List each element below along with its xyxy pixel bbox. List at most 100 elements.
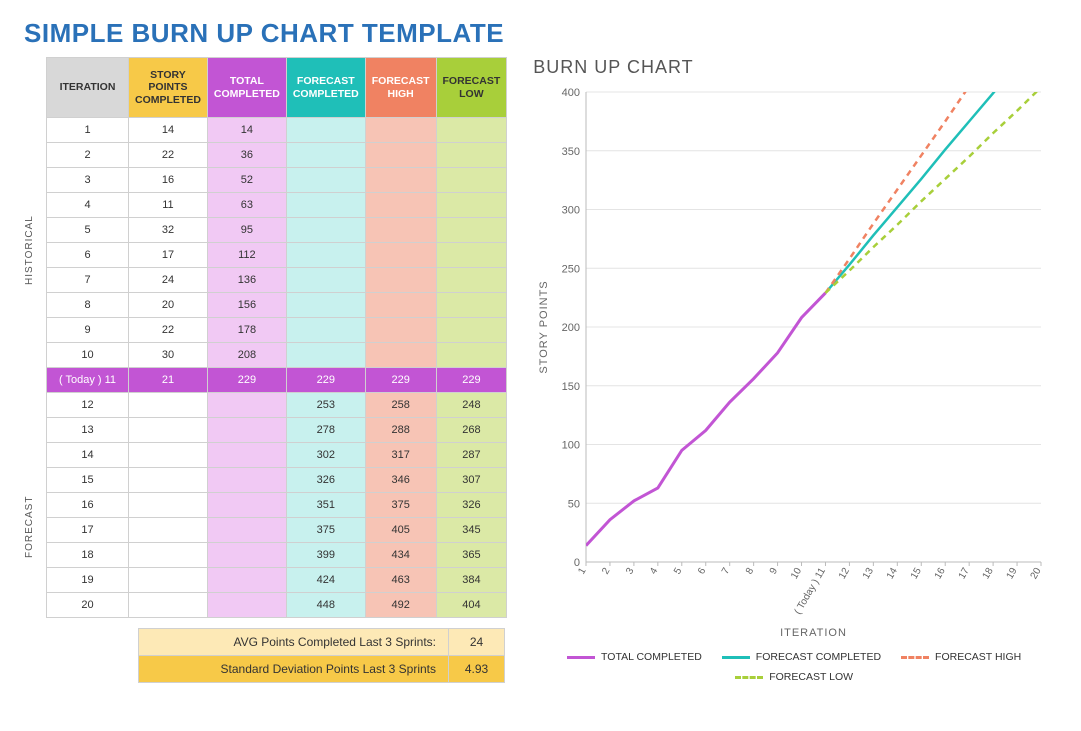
cell [365,118,436,143]
cell: 30 [129,343,208,368]
page-title: SIMPLE BURN UP CHART TEMPLATE [24,18,1057,49]
cell [436,268,507,293]
svg-text:19: 19 [1005,566,1020,582]
cell: 20 [129,293,208,318]
cell: 52 [207,168,286,193]
cell: 12 [47,393,129,418]
cell: 63 [207,193,286,218]
cell [207,393,286,418]
cell: 278 [286,418,365,443]
cell [129,443,208,468]
cell: 2 [47,143,129,168]
table-row: 724136 [47,268,507,293]
cell [207,493,286,518]
table-row: 53295 [47,218,507,243]
cell: 4 [47,193,129,218]
cell: 19 [47,568,129,593]
table-row: 617112 [47,243,507,268]
stats-table: AVG Points Completed Last 3 Sprints: 24 … [138,628,505,683]
avg-value: 24 [449,629,505,656]
cell [129,568,208,593]
cell: 326 [436,493,507,518]
table-row: 19424463384 [47,568,507,593]
legend-item: TOTAL COMPLETED [567,651,702,663]
svg-text:200: 200 [562,322,580,334]
table-row: ( Today ) 1121229229229229 [47,368,507,393]
cell [286,168,365,193]
svg-text:150: 150 [562,381,580,393]
legend-item: FORECAST COMPLETED [722,651,881,663]
cell [365,143,436,168]
table-row: 14302317287 [47,443,507,468]
cell: 434 [365,543,436,568]
table-body: 1141422236316524116353295617112724136820… [47,118,507,618]
cell [436,118,507,143]
cell: 95 [207,218,286,243]
cell [365,318,436,343]
cell [365,268,436,293]
svg-text:6: 6 [696,566,709,577]
cell: 346 [365,468,436,493]
cell [365,193,436,218]
svg-text:3: 3 [624,566,637,577]
cell [286,118,365,143]
burnup-chart: 05010015020025030035040012345678910( Tod… [531,82,1051,642]
cell: 375 [286,518,365,543]
cell [207,568,286,593]
legend-item: FORECAST LOW [735,671,853,683]
svg-text:300: 300 [562,205,580,217]
cell: 326 [286,468,365,493]
cell: 156 [207,293,286,318]
cell: 9 [47,318,129,343]
cell: 229 [286,368,365,393]
cell [286,143,365,168]
sd-label: Standard Deviation Points Last 3 Sprints [139,656,449,683]
cell: 8 [47,293,129,318]
cell: 492 [365,593,436,618]
cell [129,393,208,418]
cell: 287 [436,443,507,468]
table-row: 1030208 [47,343,507,368]
row-group-labels: HISTORICAL FORECAST [24,57,42,683]
svg-text:20: 20 [1029,566,1044,582]
cell: 399 [286,543,365,568]
cell [207,443,286,468]
cell [365,293,436,318]
cell [207,593,286,618]
svg-text:100: 100 [562,440,580,452]
forecast-label: FORECAST [24,409,42,645]
svg-text:12: 12 [837,566,852,582]
cell: 253 [286,393,365,418]
svg-text:18: 18 [981,566,996,582]
cell: 17 [47,518,129,543]
cell [129,518,208,543]
cell: 13 [47,418,129,443]
historical-label: HISTORICAL [24,117,42,383]
cell [286,318,365,343]
cell: 375 [365,493,436,518]
cell: 14 [129,118,208,143]
cell [365,343,436,368]
table-row: 17375405345 [47,518,507,543]
cell [286,293,365,318]
cell [365,168,436,193]
cell [436,243,507,268]
cell: 21 [129,368,208,393]
cell: 24 [129,268,208,293]
svg-text:14: 14 [885,566,900,582]
svg-text:2: 2 [601,566,614,577]
cell [286,193,365,218]
legend-item: FORECAST HIGH [901,651,1021,663]
cell: 32 [129,218,208,243]
cell: 302 [286,443,365,468]
cell [365,243,436,268]
svg-text:10: 10 [789,566,804,582]
svg-text:15: 15 [909,566,924,582]
table-row: 15326346307 [47,468,507,493]
cell: 307 [436,468,507,493]
table-row: 922178 [47,318,507,343]
cell: 178 [207,318,286,343]
table-header-row: ITERATIONSTORY POINTS COMPLETEDTOTAL COM… [47,58,507,118]
cell: 258 [365,393,436,418]
table-row: 31652 [47,168,507,193]
